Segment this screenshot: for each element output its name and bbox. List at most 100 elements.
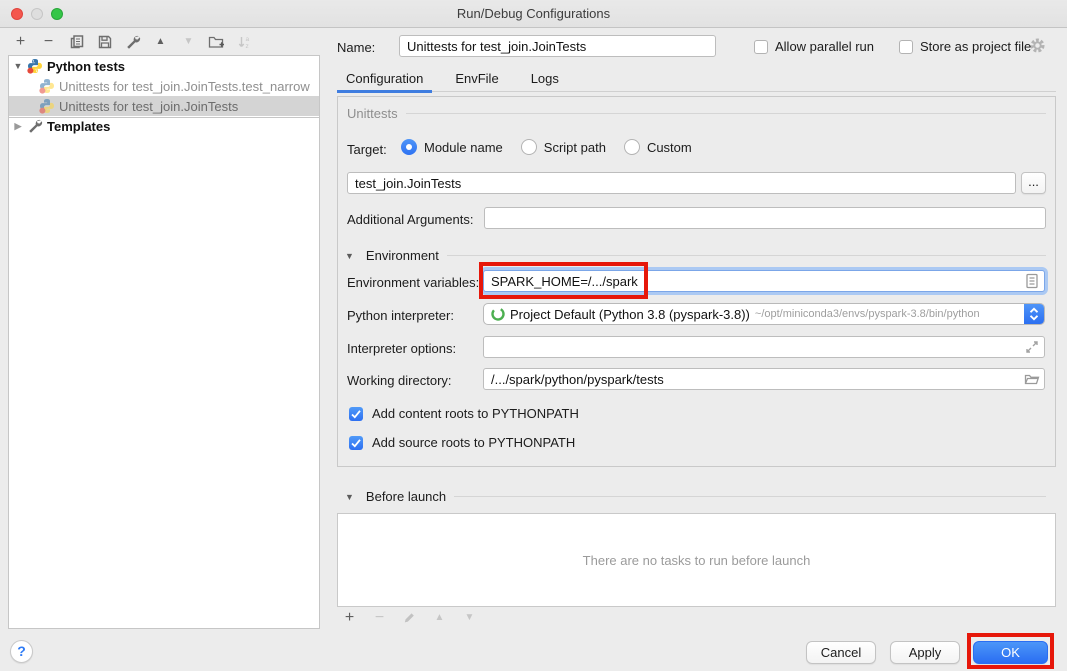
group-divider-line <box>406 113 1046 114</box>
move-up-icon: ▲ <box>156 37 166 47</box>
target-option-custom[interactable]: Custom <box>624 139 692 155</box>
environment-header-label: Environment <box>366 248 439 263</box>
working-directory-input[interactable] <box>483 368 1045 390</box>
tree-item-label: Python tests <box>47 59 125 74</box>
conda-environment-icon <box>490 306 506 322</box>
store-as-project-file-option[interactable]: Store as project file <box>899 39 1031 54</box>
move-down-icon: ▼ <box>184 37 194 47</box>
environment-section-header[interactable]: ▼ Environment <box>345 248 1046 263</box>
add-source-roots-label: Add source roots to PYTHONPATH <box>372 435 575 450</box>
new-folder-icon <box>208 34 225 50</box>
expand-field-icon[interactable] <box>1024 339 1040 355</box>
radio-label: Module name <box>424 140 503 155</box>
add-icon: + <box>16 34 25 50</box>
unittests-group-header: Unittests <box>347 106 1046 121</box>
chevron-right-icon[interactable]: ▶ <box>9 121 27 132</box>
browse-variables-icon[interactable] <box>1024 273 1040 289</box>
name-input[interactable] <box>399 35 716 57</box>
interpreter-options-input[interactable] <box>483 336 1045 358</box>
python-test-icon <box>39 98 55 114</box>
help-button[interactable]: ? <box>10 640 33 663</box>
apply-button[interactable]: Apply <box>890 641 960 664</box>
move-down-icon: ▼ <box>465 613 475 623</box>
tab-logs[interactable]: Logs <box>522 66 568 92</box>
tab-envfile[interactable]: EnvFile <box>446 66 507 92</box>
edit-templates-wrench-icon <box>125 34 141 50</box>
edit-templates-button[interactable] <box>124 34 141 51</box>
tree-item-python-tests[interactable]: ▼ Python tests <box>9 56 319 76</box>
add-configuration-button[interactable]: + <box>12 34 29 51</box>
ok-button[interactable]: OK <box>973 641 1048 664</box>
copy-icon <box>69 34 85 50</box>
environment-variables-input[interactable] <box>483 270 1045 292</box>
interpreter-path: ~/opt/miniconda3/envs/pyspark-3.8/bin/py… <box>755 308 1024 320</box>
browse-folder-icon[interactable] <box>1024 371 1040 387</box>
checked-checkbox-icon[interactable] <box>349 436 363 450</box>
environment-variables-label: Environment variables: <box>347 275 479 290</box>
chevron-down-icon[interactable]: ▼ <box>345 492 354 502</box>
radio-selected-icon[interactable] <box>401 139 417 155</box>
copy-configuration-button[interactable] <box>68 34 85 51</box>
radio-label: Script path <box>544 140 606 155</box>
interpreter-options-label: Interpreter options: <box>347 341 456 356</box>
allow-parallel-run-checkbox[interactable] <box>754 40 768 54</box>
remove-configuration-button[interactable]: − <box>40 34 57 51</box>
tab-configuration[interactable]: Configuration <box>337 66 432 92</box>
edit-pencil-icon <box>402 610 417 625</box>
radio-unselected-icon[interactable] <box>624 139 640 155</box>
interpreter-value: Project Default (Python 3.8 (pyspark-3.8… <box>510 307 750 322</box>
window-title: Run/Debug Configurations <box>0 6 1067 21</box>
run-debug-configurations-dialog: Run/Debug Configurations + − ▲ ▼ <box>0 0 1067 671</box>
store-as-project-file-checkbox[interactable] <box>899 40 913 54</box>
tree-item-templates[interactable]: ▶ Templates <box>9 116 319 136</box>
add-content-roots-option[interactable]: Add content roots to PYTHONPATH <box>349 406 579 421</box>
configurations-tree: ▼ Python tests Unittests for test_join.J… <box>8 55 320 629</box>
browse-target-button[interactable]: ... <box>1021 172 1046 194</box>
interpreter-dropdown-button[interactable] <box>1024 304 1044 324</box>
python-tests-icon <box>27 58 43 74</box>
working-directory-label: Working directory: <box>347 373 452 388</box>
group-divider-line <box>454 496 1046 497</box>
tree-item-label: Unittests for test_join.JoinTests <box>59 99 238 114</box>
radio-unselected-icon[interactable] <box>521 139 537 155</box>
group-divider-line <box>447 255 1046 256</box>
new-folder-button[interactable] <box>208 34 225 51</box>
move-task-up-button: ▲ <box>431 609 448 626</box>
add-source-roots-option[interactable]: Add source roots to PYTHONPATH <box>349 435 575 450</box>
save-configuration-button[interactable] <box>96 34 113 51</box>
store-as-project-file-label: Store as project file <box>920 39 1031 54</box>
sort-configurations-button: a z <box>236 34 253 51</box>
target-radio-group: Module name Script path Custom <box>401 139 692 155</box>
allow-parallel-run-option[interactable]: Allow parallel run <box>754 39 874 54</box>
additional-arguments-label: Additional Arguments: <box>347 212 473 227</box>
target-input[interactable] <box>347 172 1016 194</box>
additional-arguments-input[interactable] <box>484 207 1046 229</box>
chevron-down-icon[interactable]: ▼ <box>9 61 27 71</box>
before-launch-empty-text: There are no tasks to run before launch <box>583 553 811 568</box>
tree-item-unittests-jointests[interactable]: Unittests for test_join.JoinTests <box>9 96 319 116</box>
configurations-toolbar: + − ▲ ▼ <box>12 31 253 53</box>
move-up-button[interactable]: ▲ <box>152 34 169 51</box>
target-option-module-name[interactable]: Module name <box>401 139 503 155</box>
tree-item-unittests-narrow[interactable]: Unittests for test_join.JoinTests.test_n… <box>9 76 319 96</box>
name-label: Name: <box>337 40 375 55</box>
unittests-group-label: Unittests <box>347 106 398 121</box>
chevron-up-down-icon <box>1027 306 1041 322</box>
tree-item-label: Unittests for test_join.JoinTests.test_n… <box>59 79 310 94</box>
chevron-down-icon[interactable]: ▼ <box>345 251 354 261</box>
before-launch-header-label: Before launch <box>366 489 446 504</box>
gear-icon[interactable] <box>1029 37 1046 54</box>
checked-checkbox-icon[interactable] <box>349 407 363 421</box>
cancel-button[interactable]: Cancel <box>806 641 876 664</box>
add-task-button[interactable]: + <box>341 609 358 626</box>
python-interpreter-label: Python interpreter: <box>347 308 454 323</box>
python-interpreter-select[interactable]: Project Default (Python 3.8 (pyspark-3.8… <box>483 303 1045 325</box>
python-test-icon <box>39 78 55 94</box>
target-option-script-path[interactable]: Script path <box>521 139 606 155</box>
add-icon: + <box>345 610 354 626</box>
tree-group-divider <box>9 117 319 118</box>
before-launch-section-header[interactable]: ▼ Before launch <box>345 489 1046 504</box>
tree-item-label: Templates <box>47 119 110 134</box>
before-launch-task-list[interactable]: There are no tasks to run before launch <box>337 513 1056 607</box>
remove-icon: − <box>375 610 384 626</box>
